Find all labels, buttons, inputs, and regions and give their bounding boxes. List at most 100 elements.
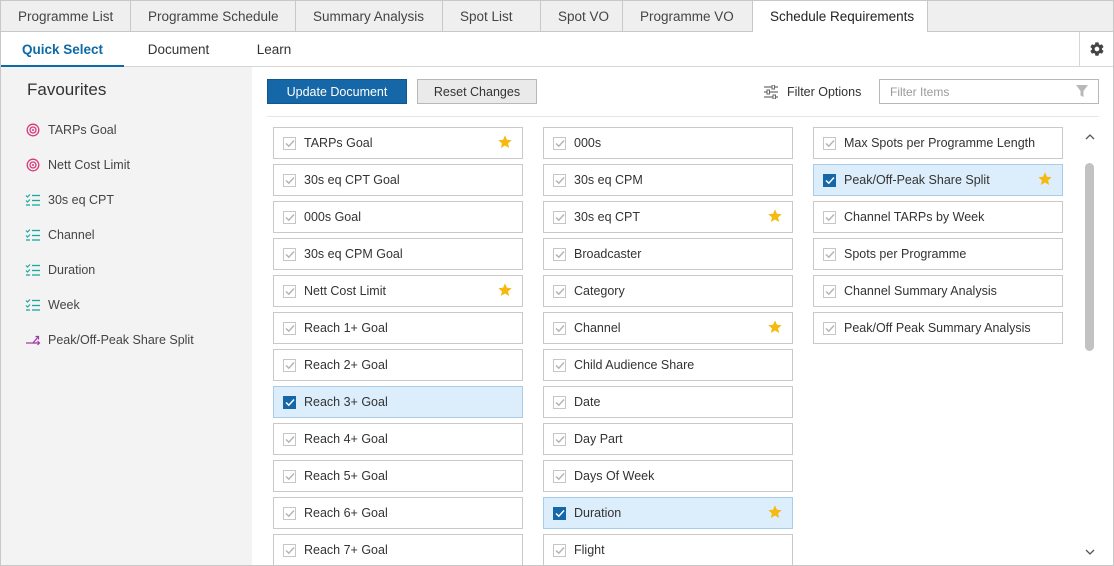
requirement-item-category[interactable]: Category [543, 275, 793, 307]
scroll-down-button[interactable] [1082, 545, 1098, 559]
requirement-checkbox[interactable] [823, 284, 836, 298]
requirement-label: Reach 3+ Goal [304, 395, 388, 409]
requirement-checkbox[interactable] [553, 173, 566, 187]
requirement-checkbox[interactable] [553, 543, 566, 557]
requirement-item-reach-1-goal[interactable]: Reach 1+ Goal [273, 312, 523, 344]
tab-spot-list[interactable]: Spot List [443, 1, 541, 32]
requirement-item-days-of-week[interactable]: Days Of Week [543, 460, 793, 492]
requirement-checkbox[interactable] [283, 247, 296, 261]
requirement-item-nett-cost-limit[interactable]: Nett Cost Limit [273, 275, 523, 307]
requirement-checkbox[interactable] [553, 247, 566, 261]
requirement-item-reach-7-goal[interactable]: Reach 7+ Goal [273, 534, 523, 565]
requirement-checkbox[interactable] [283, 432, 296, 446]
requirement-item-date[interactable]: Date [543, 386, 793, 418]
check-icon [554, 324, 565, 332]
requirement-checkbox[interactable] [283, 469, 296, 483]
requirement-item-day-part[interactable]: Day Part [543, 423, 793, 455]
requirement-item-30s-eq-cpm[interactable]: 30s eq CPM [543, 164, 793, 196]
update-document-button[interactable]: Update Document [267, 79, 407, 104]
favourite-item-label: Duration [48, 263, 96, 277]
requirement-checkbox[interactable] [283, 321, 296, 335]
favourite-item-label: Week [48, 298, 80, 312]
favourite-item-channel[interactable]: Channel [25, 225, 95, 245]
requirement-item-channel[interactable]: Channel [543, 312, 793, 344]
requirement-checkbox[interactable] [283, 506, 296, 520]
requirement-item-30s-eq-cpt-goal[interactable]: 30s eq CPT Goal [273, 164, 523, 196]
requirement-checkbox[interactable] [283, 136, 296, 150]
requirement-item-peak-off-peak-summary-analysis[interactable]: Peak/Off Peak Summary Analysis [813, 312, 1063, 344]
requirement-item-reach-6-goal[interactable]: Reach 6+ Goal [273, 497, 523, 529]
requirement-item-max-spots-per-programme-length[interactable]: Max Spots per Programme Length [813, 127, 1063, 159]
favourite-star-icon[interactable] [767, 319, 783, 335]
tab-document[interactable]: Document [136, 32, 221, 67]
tab-quick-select[interactable]: Quick Select [1, 32, 124, 67]
requirement-checkbox[interactable] [283, 543, 296, 557]
requirement-checkbox[interactable] [283, 284, 296, 298]
check-icon [554, 546, 565, 554]
favourite-item-30s-eq-cpt[interactable]: 30s eq CPT [25, 190, 114, 210]
requirement-checkbox[interactable] [283, 358, 296, 372]
favourite-item-tarps-goal[interactable]: TARPs Goal [25, 120, 117, 140]
favourite-item-week[interactable]: Week [25, 295, 80, 315]
tab-programme-list[interactable]: Programme List [1, 1, 131, 32]
requirement-item-child-audience-share[interactable]: Child Audience Share [543, 349, 793, 381]
scroll-up-button[interactable] [1082, 129, 1098, 143]
requirement-checkbox[interactable] [823, 247, 836, 261]
check-icon [284, 213, 295, 221]
favourite-item-duration[interactable]: Duration [25, 260, 95, 280]
requirement-checkbox[interactable] [553, 506, 566, 520]
requirement-checkbox[interactable] [553, 210, 566, 224]
filter-options-button[interactable]: Filter Options [763, 79, 861, 104]
requirement-checkbox[interactable] [553, 284, 566, 298]
favourite-star-icon[interactable] [1037, 171, 1053, 187]
requirement-item-30s-eq-cpm-goal[interactable]: 30s eq CPM Goal [273, 238, 523, 270]
requirement-item-duration[interactable]: Duration [543, 497, 793, 529]
requirement-checkbox[interactable] [823, 136, 836, 150]
grid-scrollbar[interactable] [1082, 129, 1098, 559]
requirement-item-000s[interactable]: 000s [543, 127, 793, 159]
favourite-star-icon[interactable] [767, 504, 783, 520]
requirement-item-reach-4-goal[interactable]: Reach 4+ Goal [273, 423, 523, 455]
requirement-item-reach-2-goal[interactable]: Reach 2+ Goal [273, 349, 523, 381]
tab-schedule-requirements[interactable]: Schedule Requirements [753, 1, 928, 33]
requirement-checkbox[interactable] [823, 210, 836, 224]
tab-learn[interactable]: Learn [241, 32, 307, 67]
requirement-item-channel-summary-analysis[interactable]: Channel Summary Analysis [813, 275, 1063, 307]
requirement-checkbox[interactable] [553, 395, 566, 409]
requirement-checkbox[interactable] [553, 432, 566, 446]
favourite-item-nett-cost-limit[interactable]: Nett Cost Limit [25, 155, 130, 175]
requirement-checkbox[interactable] [553, 469, 566, 483]
requirement-checkbox[interactable] [283, 210, 296, 224]
requirement-item-reach-3-goal[interactable]: Reach 3+ Goal [273, 386, 523, 418]
requirement-item-tarps-goal[interactable]: TARPs Goal [273, 127, 523, 159]
requirement-checkbox[interactable] [283, 395, 296, 409]
requirement-checkbox[interactable] [823, 321, 836, 335]
favourite-item-label: Channel [48, 228, 95, 242]
requirement-item-broadcaster[interactable]: Broadcaster [543, 238, 793, 270]
tab-programme-schedule[interactable]: Programme Schedule [131, 1, 296, 32]
filter-items-input[interactable] [879, 79, 1099, 104]
requirement-item-channel-tarps-by-week[interactable]: Channel TARPs by Week [813, 201, 1063, 233]
requirement-item-000s-goal[interactable]: 000s Goal [273, 201, 523, 233]
tab-spot-vo[interactable]: Spot VO [541, 1, 623, 32]
requirement-checkbox[interactable] [553, 321, 566, 335]
requirement-item-reach-5-goal[interactable]: Reach 5+ Goal [273, 460, 523, 492]
requirement-checkbox[interactable] [553, 358, 566, 372]
requirement-checkbox[interactable] [283, 173, 296, 187]
requirement-checkbox[interactable] [823, 173, 836, 187]
favourite-star-icon[interactable] [497, 134, 513, 150]
scroll-thumb[interactable] [1085, 163, 1094, 351]
requirement-item-flight[interactable]: Flight [543, 534, 793, 565]
favourite-star-icon[interactable] [497, 282, 513, 298]
tab-programme-vo[interactable]: Programme VO [623, 1, 753, 32]
settings-button[interactable] [1079, 32, 1113, 66]
requirement-item-peak-off-peak-share-split[interactable]: Peak/Off-Peak Share Split [813, 164, 1063, 196]
reset-changes-button[interactable]: Reset Changes [417, 79, 537, 104]
requirement-checkbox[interactable] [553, 136, 566, 150]
favourite-item-peak-off-peak-share-split[interactable]: Peak/Off-Peak Share Split [25, 330, 194, 350]
requirement-item-spots-per-programme[interactable]: Spots per Programme [813, 238, 1063, 270]
favourite-star-icon[interactable] [767, 208, 783, 224]
tab-summary-analysis[interactable]: Summary Analysis [296, 1, 443, 32]
sliders-icon [764, 84, 778, 99]
requirement-item-30s-eq-cpt[interactable]: 30s eq CPT [543, 201, 793, 233]
